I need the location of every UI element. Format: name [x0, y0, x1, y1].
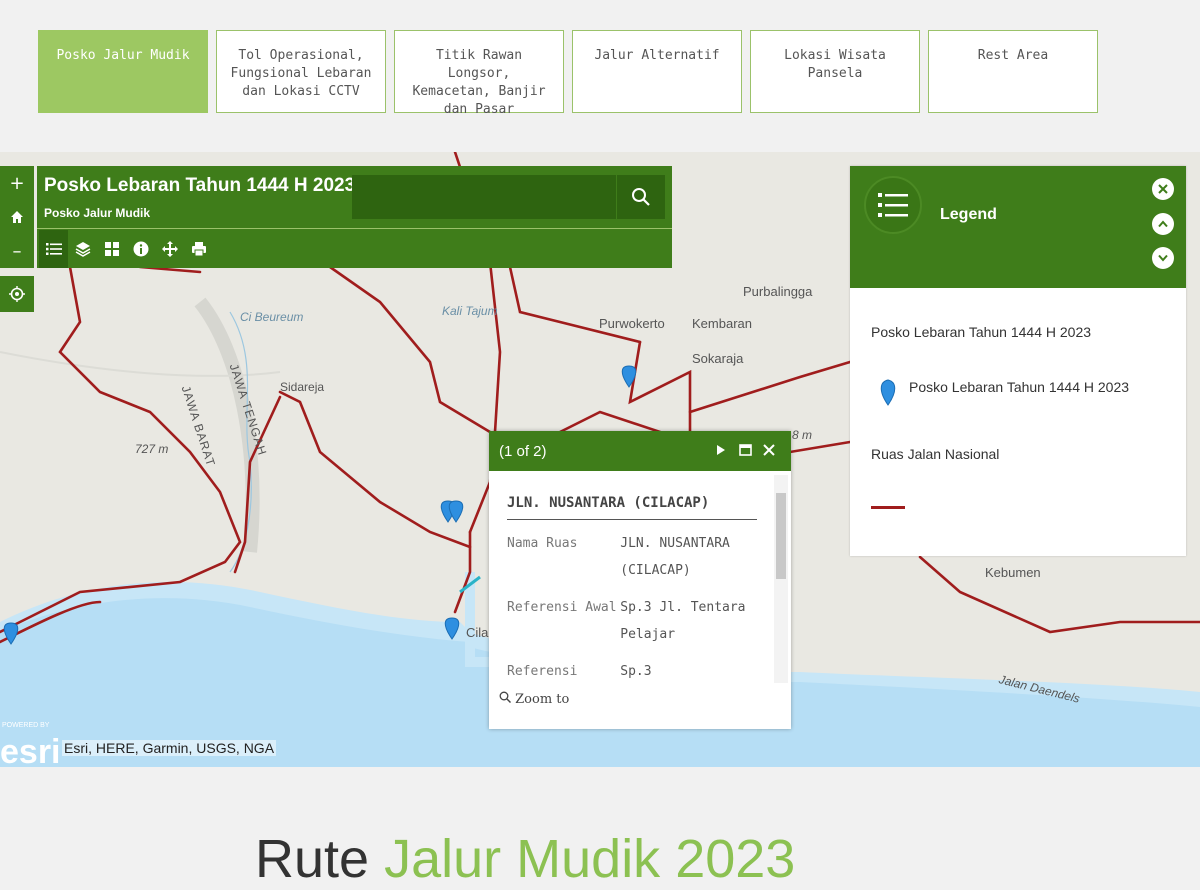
- popup-row: Referensi Akhir Sp.3: [507, 658, 757, 683]
- popup-maximize-button[interactable]: [733, 443, 757, 460]
- about-tool-button[interactable]: [126, 230, 155, 268]
- map-zoom-controls: + –: [0, 166, 34, 268]
- map-label-kembaran: Kembaran: [692, 316, 752, 331]
- page-heading-part2: Jalur Mudik 2023: [384, 829, 796, 889]
- zoom-to-link[interactable]: Zoom to: [499, 691, 569, 707]
- print-icon: [191, 241, 206, 256]
- map-label-kebumen: Kebumen: [985, 565, 1041, 580]
- chevron-up-icon: [1158, 220, 1168, 228]
- tab-rest-area[interactable]: Rest Area: [928, 30, 1098, 113]
- page-heading: Rute Jalur Mudik 2023: [255, 828, 795, 890]
- popup-row-key: Nama Ruas: [507, 536, 578, 551]
- popup-title: JLN. NUSANTARA (CILACAP): [507, 495, 757, 520]
- legend-layer-posko-title: Posko Lebaran Tahun 1444 H 2023: [871, 324, 1092, 340]
- zoom-magnifier-icon: [499, 691, 512, 704]
- map-label-elevation-727: 727 m: [135, 442, 169, 456]
- search-button[interactable]: [617, 175, 665, 219]
- legend-list-icon: [878, 193, 908, 217]
- map-header-panel: Posko Lebaran Tahun 1444 H 2023 Posko Ja…: [37, 166, 672, 268]
- legend-title: Legend: [940, 206, 997, 223]
- home-button[interactable]: [0, 200, 34, 234]
- tab-bar: Posko Jalur Mudik Tol Operasional, Fungs…: [38, 30, 1098, 117]
- maximize-icon: [738, 443, 752, 456]
- popup-close-button[interactable]: [757, 443, 781, 460]
- move-icon: [161, 240, 178, 257]
- popup-row-key: Referensi Awal: [507, 600, 617, 615]
- map-label-elevation-8: 8 m: [792, 428, 813, 442]
- page-heading-part1: Rute: [255, 829, 370, 889]
- search-icon: [632, 188, 650, 206]
- popup-row-key: Referensi Akhir: [507, 664, 578, 679]
- pan-tool-button[interactable]: [155, 230, 184, 268]
- tab-jalur-alternatif[interactable]: Jalur Alternatif: [572, 30, 742, 113]
- legend-pin-icon: [880, 379, 896, 406]
- close-icon: [1158, 184, 1168, 194]
- popup-row-value: Sp.3: [620, 664, 652, 679]
- legend-circle: [864, 176, 922, 234]
- map-title: Posko Lebaran Tahun 1444 H 2023: [44, 175, 356, 196]
- map-label-sidareja: Sidareja: [280, 380, 325, 394]
- home-icon: [11, 211, 23, 223]
- close-icon: [763, 443, 775, 456]
- popup-next-button[interactable]: [709, 443, 733, 460]
- map-label-purwokerto: Purwokerto: [599, 316, 665, 331]
- popup-row: Nama Ruas JLN. NUSANTARA (CILACAP): [507, 530, 757, 584]
- popup-row-value: JLN. NUSANTARA (CILACAP): [620, 536, 730, 578]
- list-icon: [45, 242, 62, 255]
- map-label-purbalingga: Purbalingga: [743, 284, 813, 299]
- print-tool-button[interactable]: [184, 230, 213, 268]
- map-label-sokaraja: Sokaraja: [692, 351, 744, 366]
- tab-posko-jalur-mudik[interactable]: Posko Jalur Mudik: [38, 30, 208, 113]
- popup-row-value: Sp.3 Jl. Tentara Pelajar: [620, 600, 746, 642]
- tab-tol-operasional[interactable]: Tol Operasional, Fungsional Lebaran dan …: [216, 30, 386, 113]
- basemap-grid-icon: [104, 241, 119, 256]
- svg-text:esri: esri: [0, 733, 60, 767]
- feature-popup: (1 of 2) JLN. NUSANTARA (CILACAP) Nama R…: [489, 431, 791, 729]
- legend-expand-button[interactable]: [1152, 247, 1174, 269]
- info-icon: [133, 241, 148, 256]
- map-attribution: Esri, HERE, Garmin, USGS, NGA: [62, 740, 277, 756]
- popup-scroll-thumb[interactable]: [776, 493, 786, 579]
- basemap-tool-button[interactable]: [97, 230, 126, 268]
- play-next-icon: [717, 444, 725, 455]
- legend-collapse-button[interactable]: [1152, 213, 1174, 235]
- locate-button[interactable]: [0, 276, 34, 312]
- legend-road-line-swatch: [871, 506, 905, 509]
- legend-tool-button[interactable]: [39, 229, 68, 268]
- search-input[interactable]: [352, 175, 616, 219]
- zoom-out-button[interactable]: –: [0, 234, 34, 268]
- map-toolbar: [37, 228, 672, 268]
- popup-scrollbar[interactable]: [774, 475, 788, 683]
- map-label-kali-tajum: Kali Tajum: [442, 304, 498, 318]
- locate-icon: [9, 286, 25, 302]
- layers-tool-button[interactable]: [68, 230, 97, 268]
- map-subtitle: Posko Jalur Mudik: [44, 206, 151, 220]
- map-label-cilacap: Cila: [466, 625, 489, 640]
- map-view[interactable]: Purbalingga Purwokerto Kembaran Sokaraja…: [0, 152, 1200, 767]
- legend-header: Legend: [850, 166, 1186, 288]
- popup-body: JLN. NUSANTARA (CILACAP) Nama Ruas JLN. …: [489, 471, 775, 683]
- popup-count: (1 of 2): [499, 442, 547, 460]
- popup-row: Referensi Awal Sp.3 Jl. Tentara Pelajar: [507, 594, 757, 648]
- esri-logo: POWERED BY esri: [0, 722, 60, 767]
- legend-item-posko: Posko Lebaran Tahun 1444 H 2023: [909, 379, 1130, 395]
- zoom-in-button[interactable]: +: [0, 166, 34, 200]
- zoom-to-label: Zoom to: [515, 692, 570, 707]
- popup-header: (1 of 2): [489, 431, 791, 471]
- legend-panel: Legend Posko Lebaran Tahun 1444 H 2023 P…: [850, 166, 1186, 556]
- map-label-ci-beureum: Ci Beureum: [240, 310, 304, 324]
- legend-layer-ruas-jalan-title: Ruas Jalan Nasional: [871, 446, 1000, 462]
- tab-lokasi-wisata[interactable]: Lokasi Wisata Pansela: [750, 30, 920, 113]
- chevron-down-icon: [1158, 254, 1168, 262]
- legend-close-button[interactable]: [1152, 178, 1174, 200]
- tab-titik-rawan[interactable]: Titik Rawan Longsor, Kemacetan, Banjir d…: [394, 30, 564, 117]
- layers-icon: [75, 241, 90, 257]
- svg-text:POWERED BY: POWERED BY: [2, 722, 50, 729]
